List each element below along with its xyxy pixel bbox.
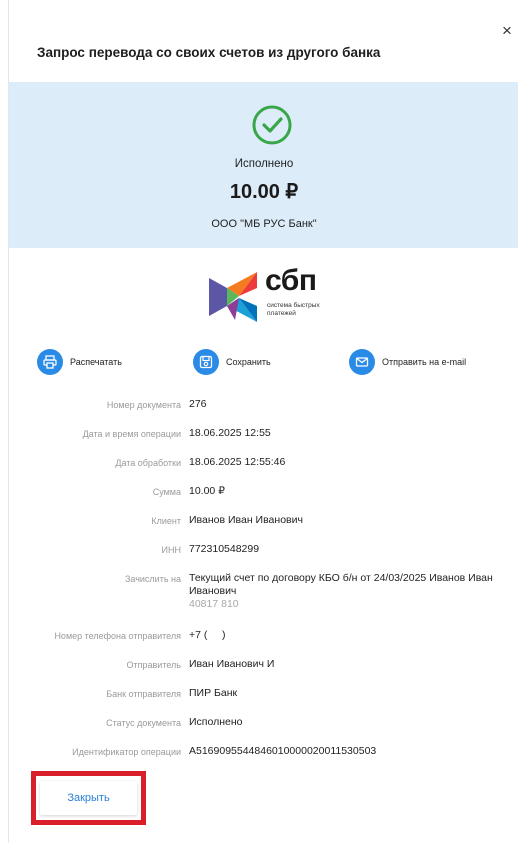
mail-icon xyxy=(349,349,375,375)
detail-key: Номер документа xyxy=(106,400,181,410)
actions-bar: Распечатать Сохранить Отправить на e-mai… xyxy=(9,348,518,378)
detail-key: Отправитель xyxy=(126,660,181,670)
close-button[interactable]: Закрыть xyxy=(40,781,137,815)
detail-value: 18.06.2025 12:55 xyxy=(189,427,271,439)
transfer-dialog: Запрос перевода со своих счетов из друго… xyxy=(8,0,518,843)
detail-value: ПИР Банк xyxy=(189,687,238,699)
detail-value: Текущий счет по договору КБО б/н от 24/0… xyxy=(189,572,493,597)
print-label: Распечатать xyxy=(70,357,122,367)
sbp-wordmark: сбп xyxy=(265,264,317,297)
save-button[interactable]: Сохранить xyxy=(193,348,271,376)
detail-value: 276 xyxy=(189,398,207,410)
email-button[interactable]: Отправить на e-mail xyxy=(349,348,466,376)
detail-value: 772310548299 xyxy=(189,543,260,555)
detail-value: Исполнено xyxy=(189,716,243,728)
detail-key: Зачислить на xyxy=(124,574,181,584)
detail-key: Статус документа xyxy=(106,718,181,728)
email-label: Отправить на e-mail xyxy=(382,357,467,367)
detail-key: ИНН xyxy=(161,545,181,555)
detail-key: Банк отправителя xyxy=(106,689,181,699)
printer-icon xyxy=(37,349,63,375)
detail-key: Дата обработки xyxy=(115,458,181,468)
recipient-bank: ООО "МБ РУС Банк" xyxy=(211,218,317,230)
status-text: Исполнено xyxy=(234,158,294,170)
detail-value: Иванов Иван Иванович xyxy=(189,514,303,526)
save-icon xyxy=(193,349,219,375)
check-circle-icon xyxy=(252,105,292,145)
detail-key: Клиент xyxy=(151,516,181,526)
detail-key: Сумма xyxy=(152,487,181,497)
detail-value: Иван Иванович И xyxy=(189,658,275,670)
detail-value: 18.06.2025 12:55:46 xyxy=(189,456,286,468)
amount: 10.00 ₽ xyxy=(229,181,299,203)
dialog-title: Запрос перевода со своих счетов из друго… xyxy=(37,45,381,60)
detail-value: A5169095544846010000020011530503 xyxy=(189,745,377,757)
detail-key: Идентификатор операции xyxy=(72,747,181,757)
account-number: 40817 810 xyxy=(189,598,239,610)
status-panel: Исполнено 10.00 ₽ ООО "МБ РУС Банк" xyxy=(9,82,518,248)
detail-key: Номер телефона отправителя xyxy=(54,631,181,641)
sbp-subtitle-line1: система быстрых xyxy=(267,302,320,309)
sbp-logo: сбп система быстрых платежей xyxy=(205,264,345,328)
sbp-subtitle-line2: платежей xyxy=(267,310,296,317)
sbp-logo-mark xyxy=(209,272,257,322)
save-label: Сохранить xyxy=(226,357,271,367)
close-icon[interactable]: × xyxy=(502,22,512,39)
print-button[interactable]: Распечатать xyxy=(37,348,122,376)
detail-value-wrap: Текущий счет по договору КБО б/н от 24/0… xyxy=(189,572,509,611)
detail-value: 10.00 ₽ xyxy=(189,485,225,497)
detail-value: +7 ( ) xyxy=(189,629,226,641)
detail-key: Дата и время операции xyxy=(82,429,181,439)
